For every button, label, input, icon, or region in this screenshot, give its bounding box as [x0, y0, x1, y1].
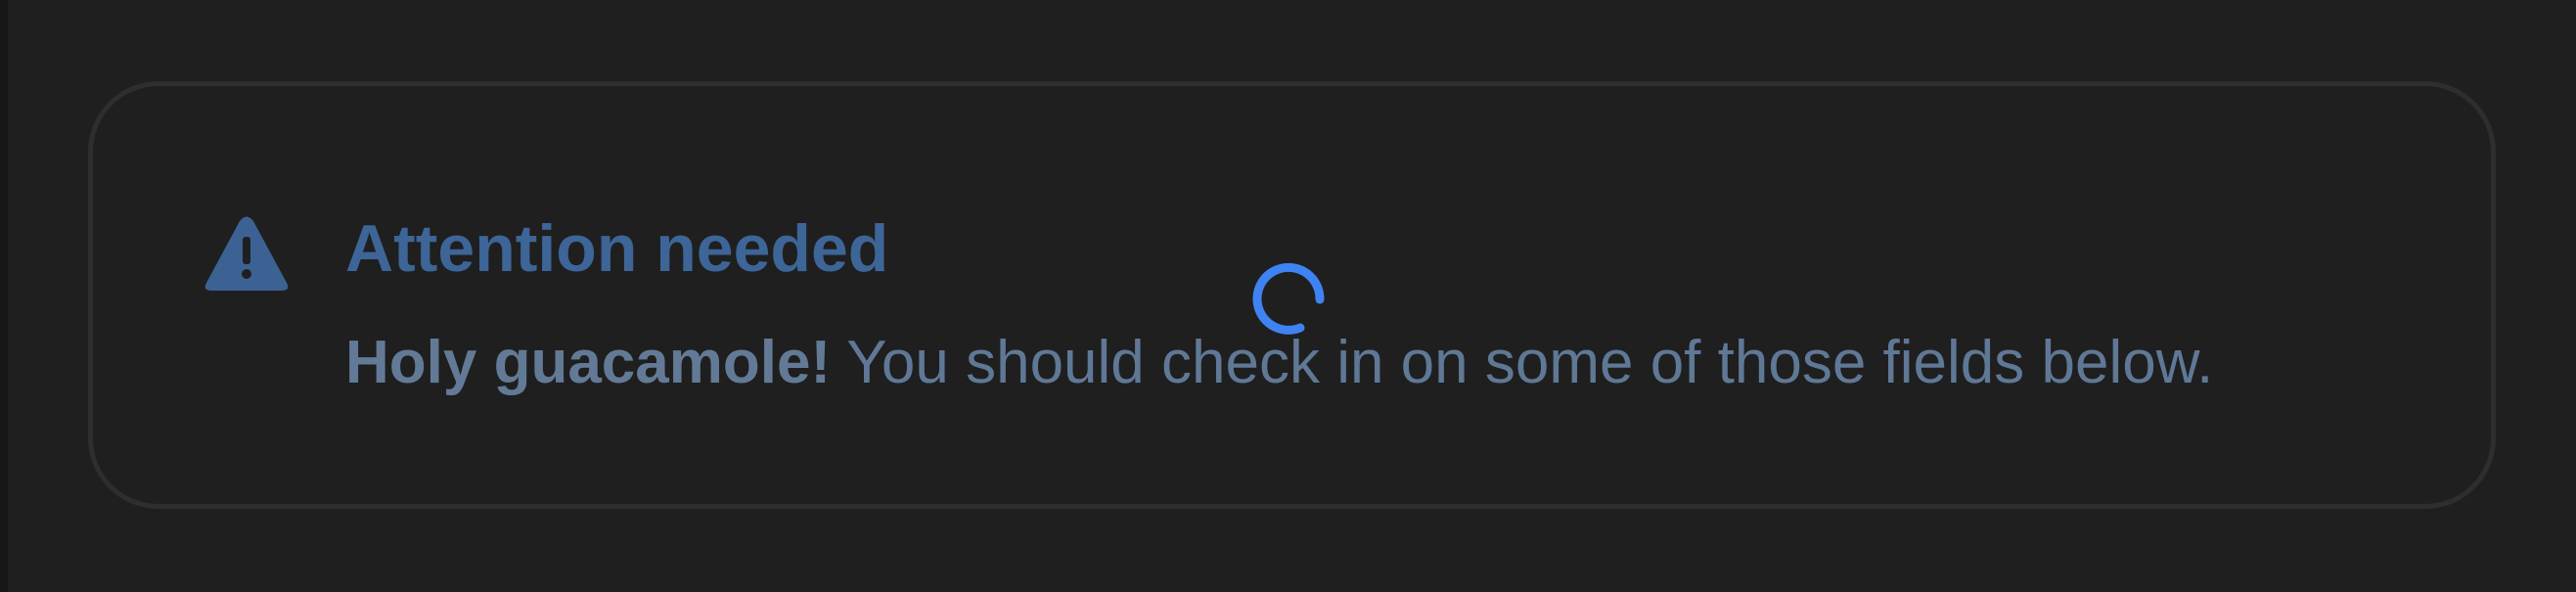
- alert-title: Attention needed: [345, 211, 889, 286]
- left-edge-strip: [0, 0, 8, 592]
- spinner-icon: [1252, 262, 1325, 335]
- warning-triangle-icon: [204, 216, 289, 291]
- page: Attention needed Holy guacamole! You sho…: [0, 0, 2576, 592]
- alert-message-text: You should check in on some of those fie…: [831, 329, 2214, 396]
- alert-emphasis: Holy guacamole!: [345, 329, 832, 396]
